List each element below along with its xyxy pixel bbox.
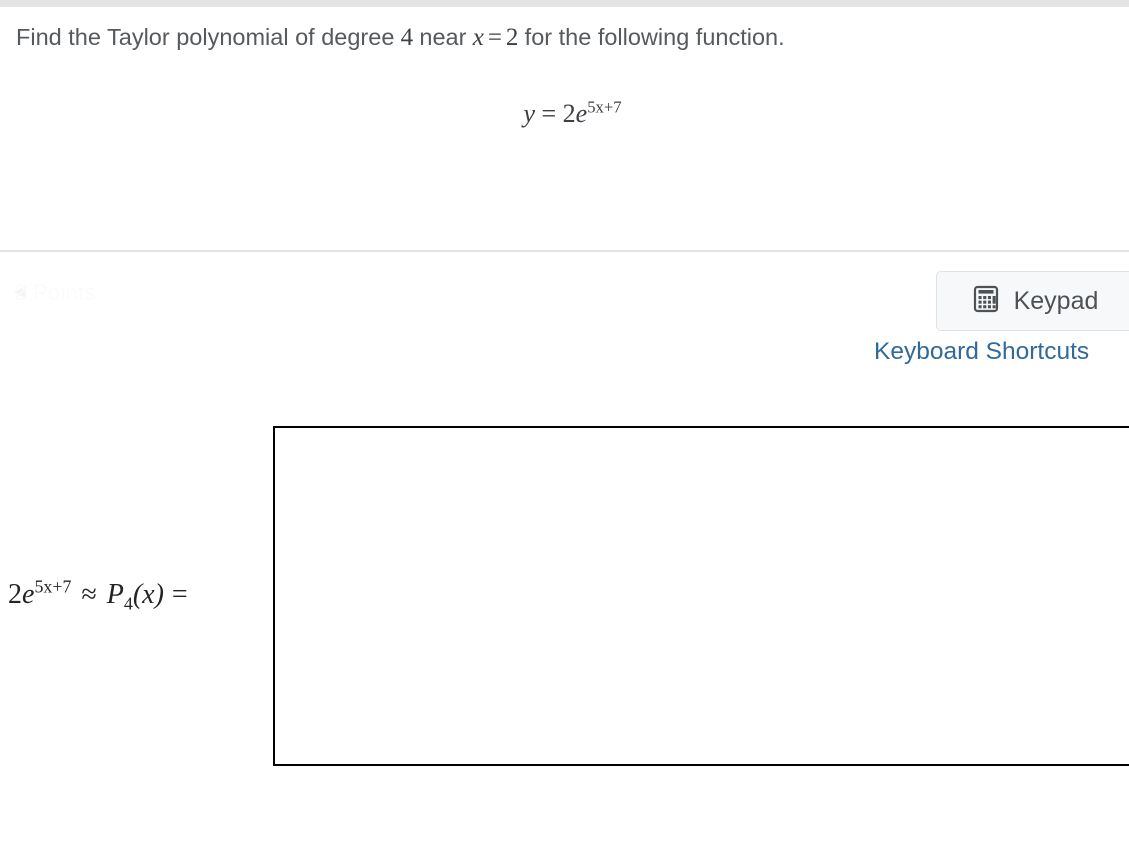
answer-prompt-coefficient: 2 [8,579,22,610]
answer-prompt-base: e [22,579,35,610]
answer-polynomial-symbol: P [106,579,124,610]
answer-toolbar: ◀ 2 Points Keypad Keyboard Shortcuts [0,268,1129,378]
answer-polynomial-argument: (x) [132,579,164,610]
approx-symbol: ≈ [81,579,97,610]
question-trail-text: for the following function. [524,24,785,50]
function-lhs: y [523,98,535,128]
keypad-button[interactable]: Keypad [936,271,1129,331]
question-lead-text: Find the Taylor polynomial of degree [16,24,395,50]
question-block: Find the Taylor polynomial of degree 4 n… [0,7,1129,129]
question-near-word: near [419,24,467,50]
function-coefficient: 2 [562,98,576,128]
question-degree-value: 4 [400,24,414,51]
answer-prompt-exponent: 5x+7 [34,576,72,597]
question-equals-sign: = [487,24,502,51]
answer-equals-sign: = [171,579,188,610]
question-prompt: Find the Taylor polynomial of degree 4 n… [0,7,1129,55]
function-equals-sign: = [541,98,557,128]
question-center-value: 2 [505,24,519,51]
answer-area: 2e5x+7 ≈ P4(x) = [0,424,1129,769]
function-display: y = 2e5x+7 [0,97,1129,129]
section-divider [0,250,1129,252]
function-base: e [575,98,588,128]
answer-prompt: 2e5x+7 ≈ P4(x) = [8,576,188,614]
top-bar [0,0,1129,7]
keyboard-shortcuts-link[interactable]: Keyboard Shortcuts [874,338,1089,366]
points-label: 2 Points [14,280,96,305]
calculator-icon [972,285,1000,318]
function-exponent: 5x+7 [587,97,622,117]
question-variable: x [472,24,484,51]
answer-input-box[interactable] [273,426,1129,766]
answer-polynomial-degree: 4 [123,593,133,614]
keypad-button-label: Keypad [1013,286,1099,315]
